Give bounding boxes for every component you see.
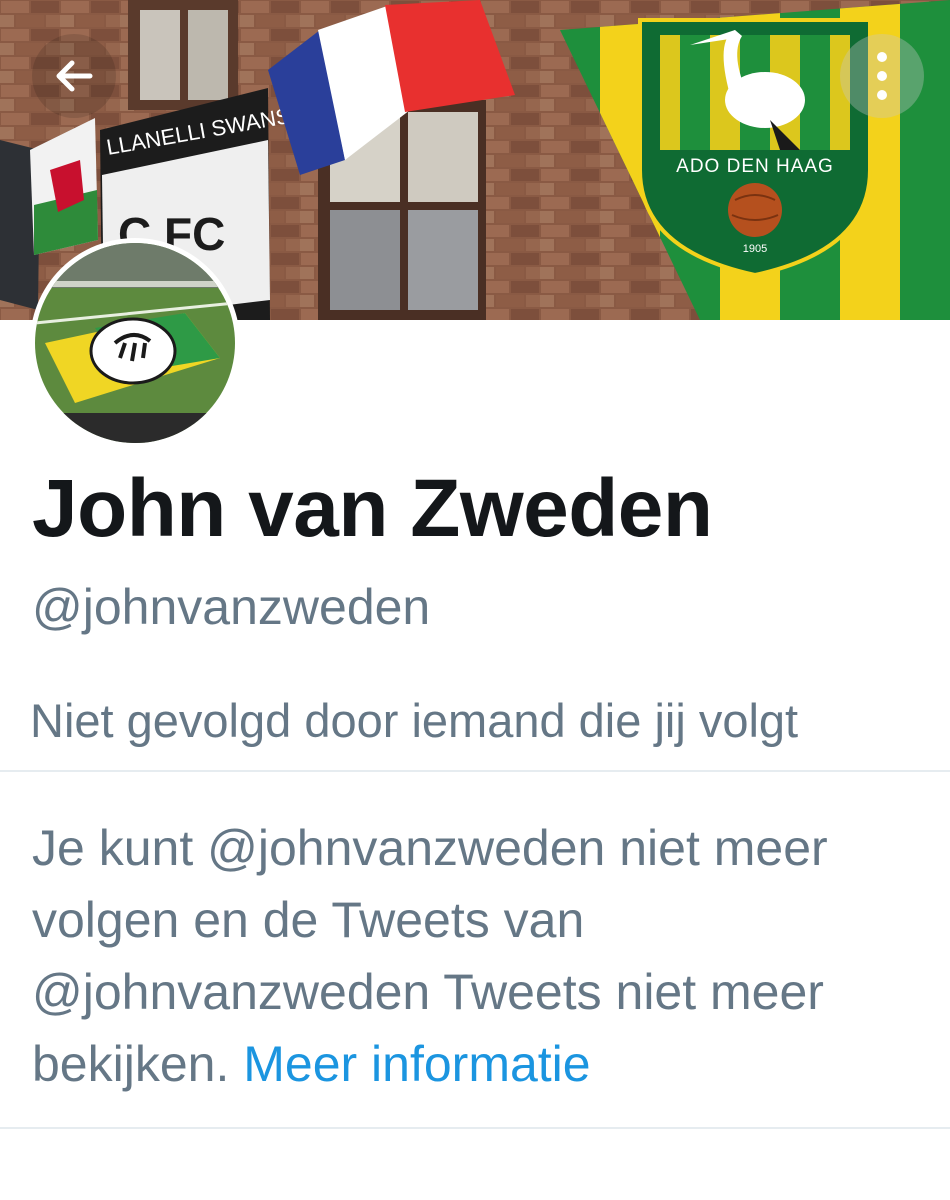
ado-year-text: 1905 bbox=[743, 243, 767, 255]
ado-name-text: ADO DEN HAAG bbox=[676, 156, 834, 177]
display-name: John van Zweden bbox=[32, 463, 713, 554]
blocked-notice: Je kunt @johnvanzweden niet meer volgen … bbox=[32, 812, 922, 1100]
learn-more-link[interactable]: Meer informatie bbox=[243, 1036, 590, 1092]
avatar[interactable] bbox=[30, 238, 240, 448]
user-handle: @johnvanzweden bbox=[32, 579, 431, 635]
more-options-button[interactable] bbox=[840, 34, 924, 118]
more-vertical-icon bbox=[877, 52, 887, 100]
arrow-left-icon bbox=[56, 60, 93, 92]
followed-by-context: Niet gevolgd door iemand die jij volgt bbox=[30, 694, 799, 747]
avatar-image bbox=[35, 243, 235, 443]
divider bbox=[0, 770, 950, 772]
divider bbox=[0, 1127, 950, 1129]
back-button[interactable] bbox=[32, 34, 116, 118]
